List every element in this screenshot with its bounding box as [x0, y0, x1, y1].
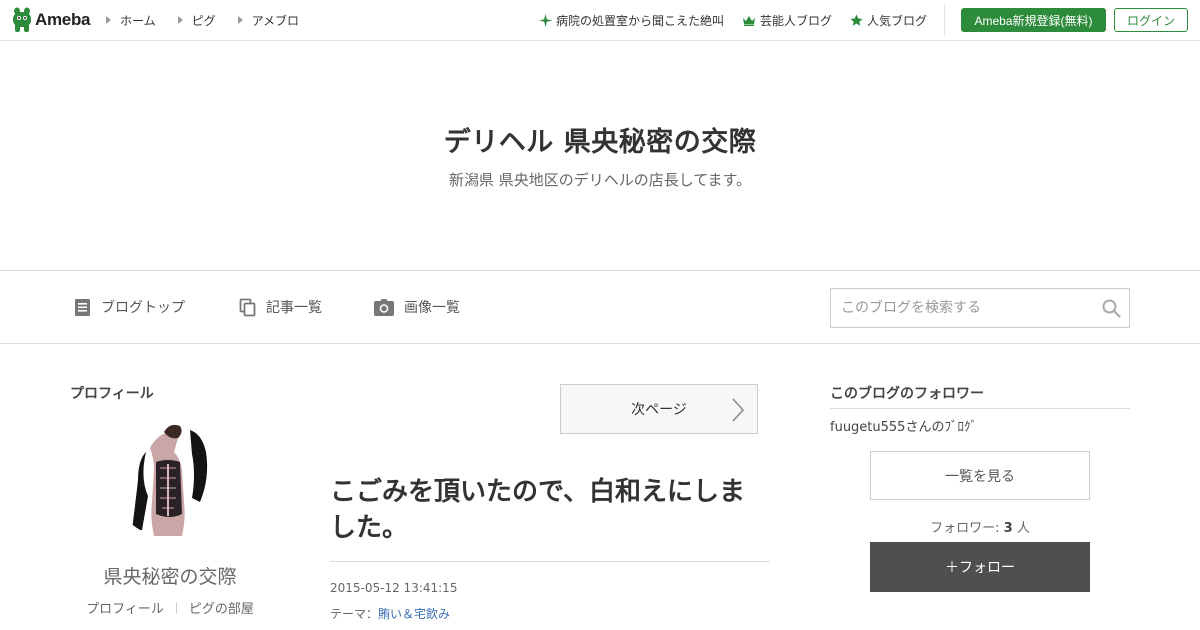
- camera-icon: [374, 298, 394, 316]
- copy-icon: [239, 298, 256, 316]
- sparkle-icon: [539, 13, 552, 27]
- blog-top-label: ブログトップ: [101, 300, 185, 316]
- global-nav: ホーム ピグ アメブロ: [106, 0, 321, 40]
- blog-top-link[interactable]: ブログトップ: [74, 295, 185, 319]
- nav-pigg[interactable]: ピグ: [177, 12, 216, 29]
- follower-count-label: フォロワー:: [930, 521, 1004, 536]
- avatar-image: [110, 418, 230, 538]
- follower-count: フォロワー: 3 人: [870, 517, 1090, 536]
- profile-name[interactable]: 県央秘密の交際: [70, 562, 270, 589]
- pigg-room-link[interactable]: ピグの部屋: [189, 598, 254, 617]
- follower-item[interactable]: fuugetu555さんのﾌﾞﾛｸﾞ: [830, 416, 977, 435]
- register-button[interactable]: Ameba新規登録(無料): [961, 8, 1106, 32]
- popular-blog-label: 人気ブログ: [867, 13, 928, 28]
- login-button[interactable]: ログイン: [1114, 8, 1188, 32]
- triangle-right-icon: [237, 16, 243, 24]
- featured-article-label: 病院の処置室から聞こえた絶叫: [556, 13, 725, 28]
- ameba-mascot-icon: [13, 7, 31, 32]
- nav-ameblo-label: アメブロ: [251, 13, 300, 28]
- entry-date: 2015-05-12 13:41:15: [330, 581, 458, 595]
- triangle-right-icon: [106, 16, 111, 24]
- followers-divider: [830, 408, 1130, 409]
- header-divider: [944, 4, 945, 36]
- link-divider: [175, 601, 177, 614]
- entry-list-label: 記事一覧: [266, 300, 322, 316]
- blog-description: 新潟県 県央地区のデリヘルの店長してます。: [448, 171, 752, 189]
- header-links: 病院の処置室から聞こえた絶叫 芸能人ブログ 人気ブログ: [539, 0, 945, 40]
- nav-home[interactable]: ホーム: [106, 12, 156, 29]
- document-icon: [75, 298, 90, 316]
- global-header: Ameba ホーム ピグ アメブロ 病院の処置室から聞こえた絶叫 芸能人ブログ …: [0, 0, 1200, 41]
- crown-icon: [743, 15, 756, 26]
- follow-button[interactable]: ＋フォロー: [870, 542, 1090, 592]
- entry-theme-label: テーマ：: [330, 607, 379, 621]
- entry-title[interactable]: こごみを頂いたので、白和えにしました。: [330, 474, 770, 546]
- nav-pigg-label: ピグ: [191, 13, 216, 28]
- next-page-button[interactable]: 次ページ: [560, 384, 758, 434]
- profile-links: プロフィール ピグの部屋: [70, 598, 270, 617]
- celebrity-blog-label: 芸能人ブログ: [760, 13, 833, 28]
- featured-article-link[interactable]: 病院の処置室から聞こえた絶叫: [539, 12, 724, 29]
- entry-list-link[interactable]: 記事一覧: [239, 295, 322, 319]
- image-list-label: 画像一覧: [404, 300, 460, 316]
- nav-ameblo[interactable]: アメブロ: [237, 12, 300, 29]
- entry-theme: テーマ：賄い＆宅飲み: [330, 605, 450, 622]
- entry-theme-link[interactable]: 賄い＆宅飲み: [378, 607, 450, 621]
- blog-nav: ブログトップ 記事一覧 画像一覧: [0, 270, 1200, 344]
- blog-title[interactable]: デリヘル 県央秘密の交際: [0, 120, 1200, 159]
- ameba-logo[interactable]: Ameba: [12, 7, 90, 33]
- blog-search-input[interactable]: [831, 289, 1091, 327]
- profile-heading: プロフィール: [70, 386, 154, 402]
- profile-avatar[interactable]: [110, 418, 230, 538]
- nav-home-label: ホーム: [120, 13, 156, 28]
- triangle-right-icon: [177, 16, 183, 24]
- followers-heading: このブログのフォロワー: [830, 386, 984, 402]
- search-icon[interactable]: [1102, 299, 1121, 318]
- view-all-followers-button[interactable]: 一覧を見る: [870, 451, 1090, 500]
- popular-blog-link[interactable]: 人気ブログ: [850, 12, 927, 29]
- celebrity-blog-link[interactable]: 芸能人ブログ: [742, 12, 832, 29]
- image-list-link[interactable]: 画像一覧: [374, 295, 460, 319]
- blog-search: [830, 288, 1130, 328]
- follower-count-value: 3: [1003, 521, 1013, 536]
- next-page-label: 次ページ: [631, 401, 687, 417]
- entry-divider: [330, 561, 770, 562]
- profile-link[interactable]: プロフィール: [86, 598, 164, 617]
- star-icon: [850, 14, 863, 26]
- follower-count-unit: 人: [1012, 521, 1030, 536]
- chevron-right-icon: [732, 398, 745, 422]
- logo-text: Ameba: [35, 10, 91, 29]
